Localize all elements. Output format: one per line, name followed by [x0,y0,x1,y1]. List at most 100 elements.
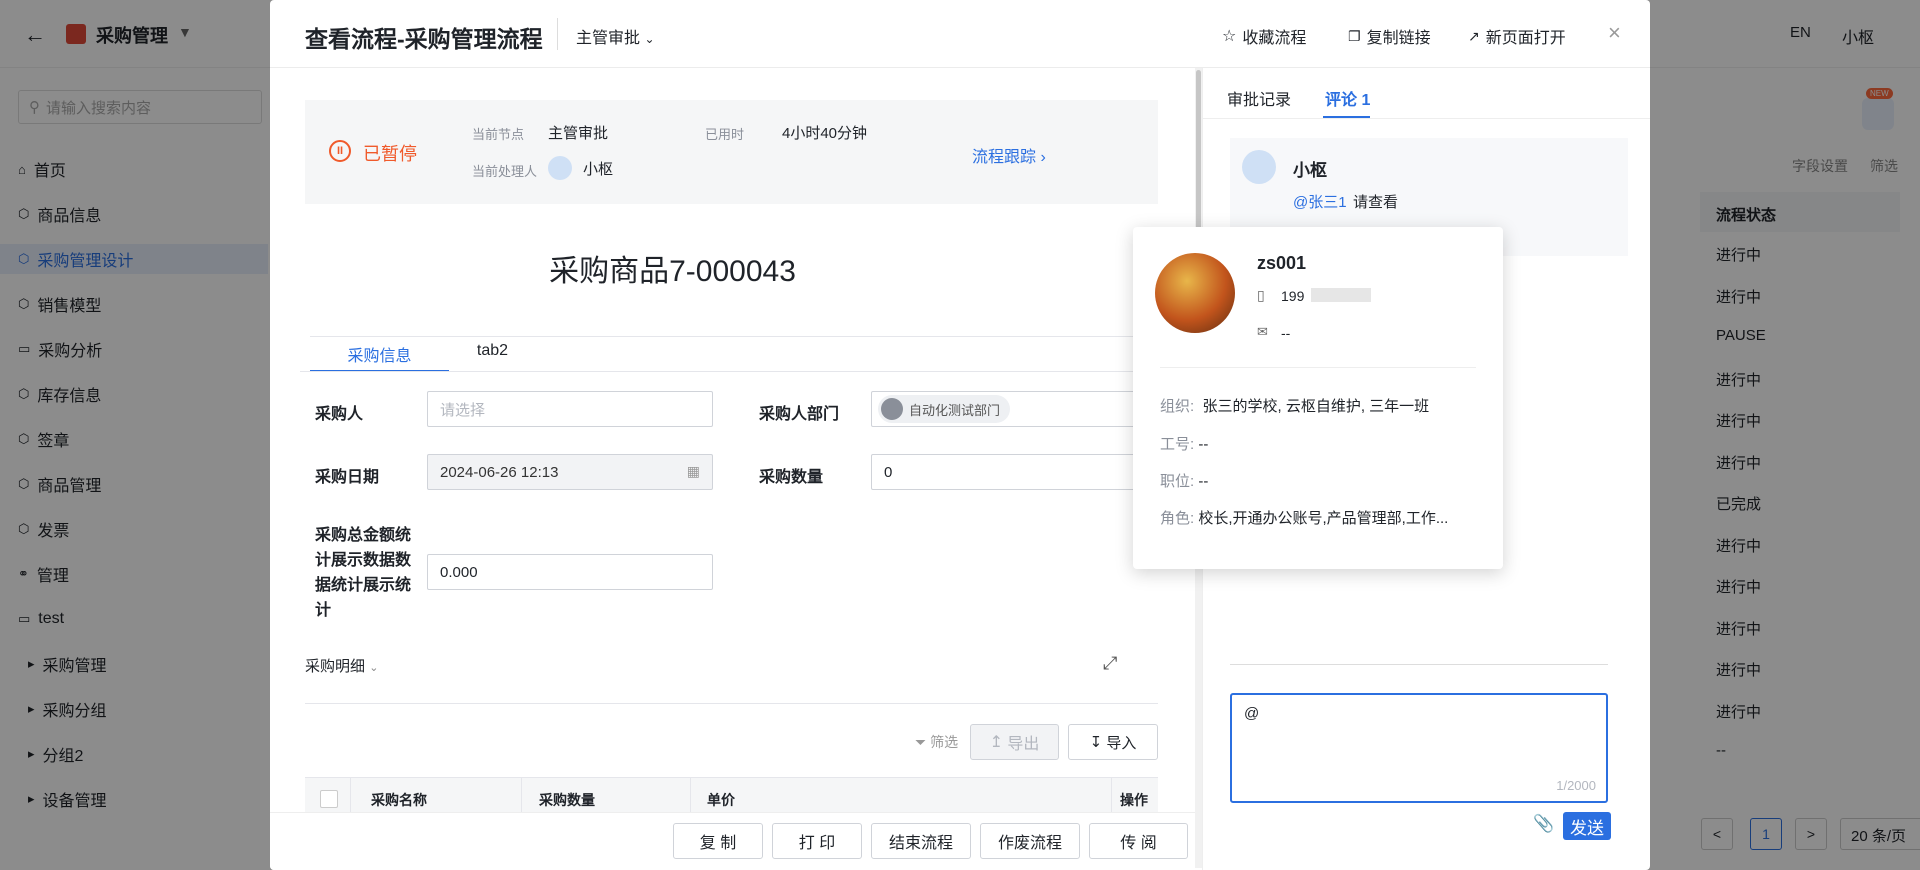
col-actions: 操作 [1120,792,1148,808]
export-button[interactable]: ↥ 导出 [970,724,1059,760]
trace-link[interactable]: 流程跟踪 › [972,143,1046,167]
total-label: 采购总金额统计展示数据数据统计展示统计 [315,527,412,619]
role-row: 角色: 校长,开通办公账号,产品管理部,工作... [1160,507,1448,528]
tab-purchase-info[interactable]: 采购信息 [310,342,449,366]
role-label: 角色: [1160,510,1195,527]
copy-button[interactable]: 复 制 [673,823,763,859]
trace-link-label: 流程跟踪 [972,149,1037,166]
avatar[interactable] [548,156,572,180]
modal-title: 查看流程-采购管理流程 [305,26,543,52]
jobno-row: 工号: -- [1160,433,1208,454]
external-link-icon: ↗ [1468,27,1480,44]
col-name: 采购名称 [371,792,427,808]
process-modal: 查看流程-采购管理流程 主管审批 ⌄ ☆ 收藏流程 ❐ 复制链接 ↗ 新页面打开 × … [270,0,1650,870]
upload-icon: ↥ [989,734,1003,751]
import-label: 导入 [1106,734,1137,752]
jobno-label: 工号: [1160,436,1195,453]
masked-phone [1311,288,1371,302]
current-node: 主管审批 [548,125,609,142]
modal-header: 查看流程-采购管理流程 主管审批 ⌄ ☆ 收藏流程 ❐ 复制链接 ↗ 新页面打开 × [270,0,1650,68]
user-card-popup: zs001 ▯ 199 ✉ -- 组织: 张三的学校, 云枢自维护, 三年一班 … [1133,227,1503,569]
send-button[interactable]: 发送 [1563,812,1611,840]
qty-value: 0 [884,463,893,481]
tab-approval-records[interactable]: 审批记录 [1227,86,1291,110]
copy-icon: ❐ [1348,27,1361,44]
elapsed-label: 已用时 [705,127,745,142]
dept-label: 采购人部门 [759,406,840,423]
char-counter: 1/2000 [1556,778,1596,793]
tab-tab2[interactable]: tab2 [459,342,526,360]
status-card: II 已暂停 当前节点 主管审批 已用时 4小时40分钟 当前处理人 小枢 流程… [305,100,1158,204]
total-value: 0.000 [440,563,478,581]
user-name: zs001 [1257,253,1307,273]
handler-name[interactable]: 小枢 [583,158,613,179]
filter-icon: ⏷ [915,734,927,750]
close-icon[interactable]: × [1608,20,1621,46]
open-new-page-button[interactable]: ↗ 新页面打开 [1468,24,1566,48]
date-value: 2024-06-26 12:13 [440,463,559,481]
date-label: 采购日期 [315,469,380,486]
detail-toggle[interactable]: 采购明细 ⌄ [305,655,378,676]
chevron-down-icon: ⌄ [644,32,655,46]
modal-footer: 复 制 打 印 结束流程 作废流程 传 阅 [270,812,1195,870]
buyer-field[interactable]: 请选择 [427,391,713,427]
qty-label: 采购数量 [759,469,824,486]
user-email: -- [1281,325,1291,341]
node-dropdown-label: 主管审批 [576,30,641,47]
jobno-value: -- [1198,436,1209,453]
form-panel: II 已暂停 当前节点 主管审批 已用时 4小时40分钟 当前处理人 小枢 流程… [270,68,1195,868]
col-price: 单价 [707,792,735,808]
form-title: 采购商品7-000043 [270,246,1195,290]
comment-mention[interactable]: @张三1 [1293,191,1347,212]
position-label: 职位: [1160,473,1195,490]
download-icon: ↧ [1089,734,1103,751]
detail-filter-label: 筛选 [930,734,959,750]
node-dropdown[interactable]: 主管审批 ⌄ [576,24,655,48]
position-row: 职位: -- [1160,470,1208,491]
select-all-checkbox[interactable] [320,790,338,808]
elapsed-time: 4小时40分钟 [782,125,868,142]
export-label: 导出 [1007,736,1040,753]
user-phone: 199 [1281,288,1305,304]
void-flow-button[interactable]: 作废流程 [980,823,1080,859]
open-new-page-label: 新页面打开 [1485,30,1566,47]
org-row: 组织: 张三的学校, 云枢自维护, 三年一班 [1160,395,1429,416]
buyer-label: 采购人 [315,406,364,423]
comment-input[interactable]: @ 1/2000 [1230,693,1608,803]
print-button[interactable]: 打 印 [772,823,862,859]
import-button[interactable]: ↧ 导入 [1068,724,1158,760]
calendar-icon: ▦ [686,463,700,479]
tab-comments[interactable]: 评论 1 [1325,86,1370,110]
phone-icon: ▯ [1257,287,1265,303]
circulate-button[interactable]: 传 阅 [1089,823,1188,859]
avatar [1155,253,1235,333]
detail-table-header: 采购名称 采购数量 单价 操作 [305,777,1158,818]
copy-link-label: 复制链接 [1366,30,1431,47]
star-icon: ☆ [1222,28,1237,45]
org-label: 组织: [1160,398,1195,415]
role-value: 校长,开通办公账号,产品管理部,工作... [1198,510,1449,527]
total-field[interactable]: 0.000 [427,554,713,590]
end-flow-button[interactable]: 结束流程 [871,823,971,859]
detail-title: 采购明细 [305,658,366,675]
chevron-right-icon: › [1040,149,1046,166]
org-value: 张三的学校, 云枢自维护, 三年一班 [1202,398,1430,415]
favorite-button[interactable]: ☆ 收藏流程 [1222,24,1306,48]
status-state: 已暂停 [363,144,417,164]
fullscreen-icon[interactable]: ⤢ [1103,653,1117,674]
buyer-placeholder: 请选择 [440,401,486,419]
department-icon [881,398,903,420]
dept-value: 自动化测试部门 [909,402,1001,418]
date-field[interactable]: 2024-06-26 12:13 ▦ [427,454,713,490]
comment-author: 小枢 [1293,161,1327,180]
dept-tag: 自动化测试部门 [878,395,1011,423]
paperclip-icon[interactable]: 📎 [1533,814,1554,834]
chevron-down-icon: ⌄ [369,662,379,674]
copy-link-button[interactable]: ❐ 复制链接 [1348,24,1431,48]
current-node-label: 当前节点 [472,127,525,142]
comment-text: 请查看 [1353,194,1399,211]
detail-filter-button[interactable]: ⏷ 筛选 [915,732,958,752]
favorite-label: 收藏流程 [1242,30,1307,47]
col-qty: 采购数量 [539,792,595,808]
avatar [1242,150,1276,184]
